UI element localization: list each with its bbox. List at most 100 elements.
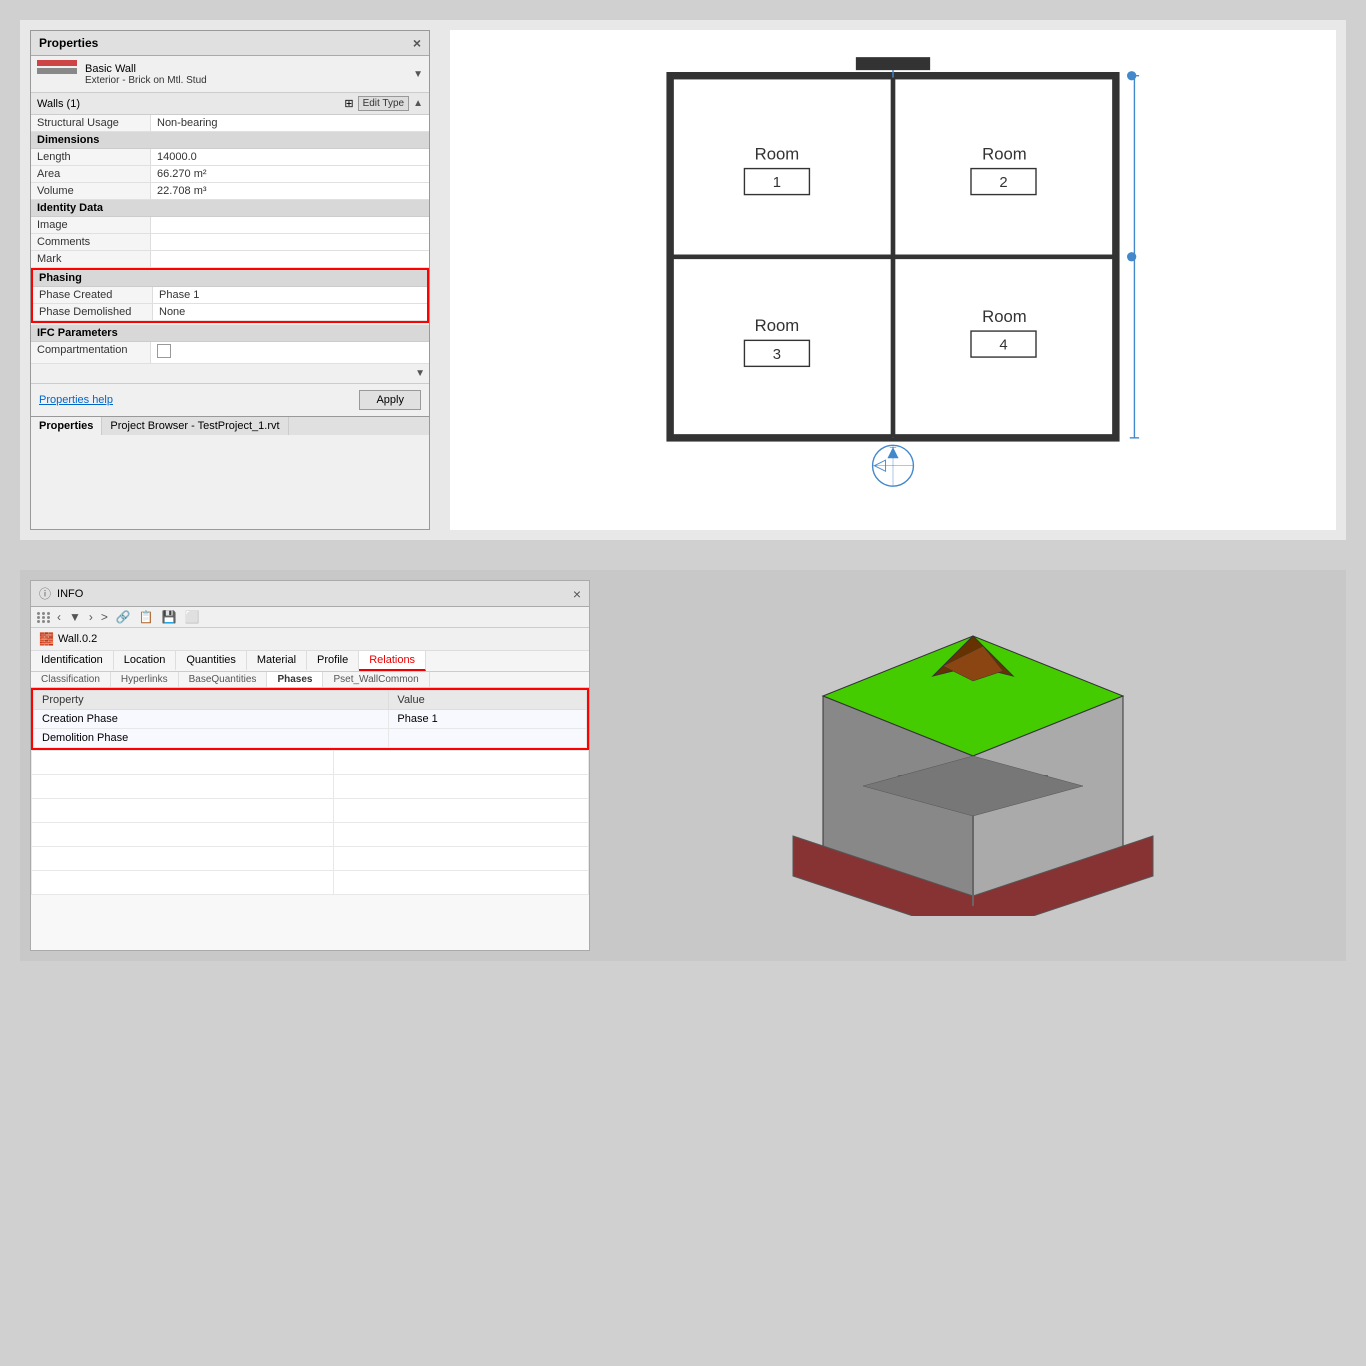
building-3d-svg <box>783 616 1163 916</box>
panel-footer: Properties help Apply <box>31 383 429 416</box>
toolbar-save-btn[interactable]: 💾 <box>160 610 179 624</box>
area-value: 66.270 m² <box>151 166 429 182</box>
table-row <box>32 823 589 847</box>
demolition-phase-value <box>389 729 587 748</box>
dim-dot-mid <box>1127 252 1136 261</box>
info-icon: ⓘ <box>39 585 51 602</box>
tab-profile[interactable]: Profile <box>307 651 359 671</box>
edit-type-button[interactable]: Edit Type <box>358 96 410 111</box>
compartmentation-row: Compartmentation <box>31 342 429 364</box>
image-value <box>151 217 429 233</box>
apply-button[interactable]: Apply <box>359 390 421 410</box>
info-content-area <box>31 750 589 950</box>
tab-relations[interactable]: Relations <box>359 651 426 671</box>
room2-label: Room <box>982 144 1027 163</box>
dim-dot-top <box>1127 71 1136 80</box>
phasing-header: Phasing <box>33 270 427 287</box>
toolbar-link-btn[interactable]: 🔗 <box>114 610 133 624</box>
top-section: Properties × Basic Wall Exterior - Brick… <box>20 20 1346 540</box>
info-phasing-highlight: Property Value Creation Phase Phase 1 De… <box>31 688 589 750</box>
properties-panel: Properties × Basic Wall Exterior - Brick… <box>30 30 430 530</box>
col-value: Value <box>389 691 587 710</box>
mark-row: Mark <box>31 251 429 268</box>
toolbar-arrow-btn[interactable]: > <box>99 610 110 624</box>
volume-row: Volume 22.708 m³ <box>31 183 429 200</box>
table-row <box>32 775 589 799</box>
wall-object-icon: 🧱 <box>39 632 54 646</box>
walls-scroll-up[interactable]: ▲ <box>413 98 423 109</box>
info-titlebar: ⓘ INFO × <box>31 581 589 607</box>
dimension-text: 4600.0 <box>1150 244 1153 278</box>
wall-stripe-red <box>37 60 77 66</box>
toolbar-forward-btn[interactable]: › <box>87 610 95 624</box>
image-label: Image <box>31 217 151 233</box>
3d-view <box>610 580 1336 951</box>
floor-plan-area: Room 1 Room 2 Room 3 Room 4 4600. <box>450 30 1336 530</box>
svg-text:—: — <box>890 444 897 451</box>
info-title-left: ⓘ INFO <box>39 585 83 602</box>
table-row <box>32 751 589 775</box>
area-row: Area 66.270 m² <box>31 166 429 183</box>
bottom-section: ⓘ INFO × ‹ ▼ › > 🔗 📋 💾 ⬜ <box>20 570 1346 961</box>
compartmentation-checkbox[interactable] <box>157 344 171 358</box>
phase-created-row: Phase Created Phase 1 <box>33 287 427 304</box>
phase-demolished-row: Phase Demolished None <box>33 304 427 321</box>
ifc-parameters-header: IFC Parameters <box>31 325 429 342</box>
top-bar <box>856 57 930 70</box>
volume-label: Volume <box>31 183 151 199</box>
walls-dropdown[interactable]: Walls (1) <box>37 98 340 110</box>
room1-label: Room <box>755 144 800 163</box>
room4-label: Room <box>982 307 1027 326</box>
tab-material[interactable]: Material <box>247 651 307 671</box>
table-row <box>32 847 589 871</box>
demolition-phase-label: Demolition Phase <box>34 729 389 748</box>
subtab-classification[interactable]: Classification <box>31 672 111 687</box>
phase-demolished-value: None <box>153 304 427 320</box>
room2-number: 2 <box>999 175 1007 191</box>
tab-properties[interactable]: Properties <box>31 417 102 435</box>
object-name-text: Wall.0.2 <box>58 633 97 645</box>
mark-label: Mark <box>31 251 151 267</box>
table-row <box>32 799 589 823</box>
subtab-phases[interactable]: Phases <box>267 672 323 687</box>
comments-row: Comments <box>31 234 429 251</box>
walls-header-row: Walls (1) ⊞ Edit Type ▲ <box>31 93 429 115</box>
mark-value <box>151 251 429 267</box>
info-panel-close-button[interactable]: × <box>573 586 581 602</box>
toolbar-down-btn[interactable]: ▼ <box>67 610 83 624</box>
info-object-name: 🧱 Wall.0.2 <box>31 628 589 651</box>
wall-type-row: Basic Wall Exterior - Brick on Mtl. Stud… <box>31 56 429 93</box>
structural-usage-value: Non-bearing <box>151 115 429 131</box>
scroll-indicator: ▼ <box>31 364 429 383</box>
panel-title: Properties <box>39 36 98 50</box>
dimensions-header: Dimensions <box>31 132 429 149</box>
tab-project-browser[interactable]: Project Browser - TestProject_1.rvt <box>102 417 288 435</box>
phase-created-value: Phase 1 <box>153 287 427 303</box>
volume-value: 22.708 m³ <box>151 183 429 199</box>
properties-help-link[interactable]: Properties help <box>39 394 113 406</box>
compartmentation-label: Compartmentation <box>31 342 151 363</box>
room3-number: 3 <box>773 347 781 363</box>
subtab-hyperlinks[interactable]: Hyperlinks <box>111 672 179 687</box>
phasing-section: Phasing Phase Created Phase 1 Phase Demo… <box>31 268 429 323</box>
panel-titlebar: Properties × <box>31 31 429 56</box>
room3-label: Room <box>755 316 800 335</box>
table-row: Demolition Phase <box>34 729 587 748</box>
tab-location[interactable]: Location <box>114 651 177 671</box>
wall-type-dropdown-arrow[interactable]: ▼ <box>413 69 423 80</box>
compartmentation-value <box>151 342 429 363</box>
comments-value <box>151 234 429 250</box>
toolbar-dots <box>37 612 51 623</box>
length-value: 14000.0 <box>151 149 429 165</box>
toolbar-back-btn[interactable]: ‹ <box>55 610 63 624</box>
length-label: Length <box>31 149 151 165</box>
tab-quantities[interactable]: Quantities <box>176 651 247 671</box>
panel-close-button[interactable]: × <box>413 35 421 51</box>
subtab-pset-wallcommon[interactable]: Pset_WallCommon <box>323 672 429 687</box>
subtab-basequantities[interactable]: BaseQuantities <box>179 672 268 687</box>
image-row: Image <box>31 217 429 234</box>
info-table: Property Value Creation Phase Phase 1 De… <box>33 690 587 748</box>
toolbar-expand-btn[interactable]: ⬜ <box>183 610 202 624</box>
toolbar-copy-btn[interactable]: 📋 <box>137 610 156 624</box>
tab-identification[interactable]: Identification <box>31 651 114 671</box>
